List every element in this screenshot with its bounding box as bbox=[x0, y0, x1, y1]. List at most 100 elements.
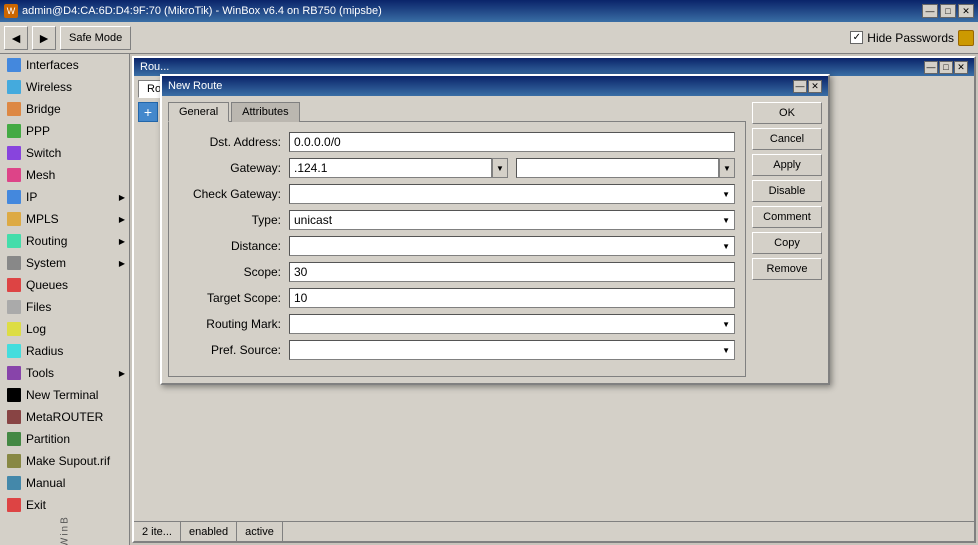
sidebar-item-interfaces[interactable]: Interfaces bbox=[0, 54, 129, 76]
tab-attributes[interactable]: Attributes bbox=[231, 102, 299, 122]
scope-input[interactable] bbox=[289, 262, 735, 282]
tab-general[interactable]: General bbox=[168, 102, 229, 122]
system-icon bbox=[6, 255, 22, 271]
queues-icon bbox=[6, 277, 22, 293]
forward-button[interactable]: ► bbox=[32, 26, 56, 50]
switch-icon bbox=[6, 145, 22, 161]
ok-button[interactable]: OK bbox=[752, 102, 822, 124]
minimize-button[interactable]: — bbox=[922, 4, 938, 18]
sidebar-item-make-supout[interactable]: Make Supout.rif bbox=[0, 450, 129, 472]
routing-icon bbox=[6, 233, 22, 249]
sidebar-item-switch[interactable]: Switch bbox=[0, 142, 129, 164]
type-value: unicast bbox=[294, 213, 332, 227]
check-gateway-arrow: ▼ bbox=[722, 190, 730, 199]
sidebar-label-switch: Switch bbox=[26, 146, 61, 160]
sidebar-item-queues[interactable]: Queues bbox=[0, 274, 129, 296]
sidebar-item-radius[interactable]: Radius bbox=[0, 340, 129, 362]
gateway-dropdown-btn[interactable]: ▼ bbox=[492, 158, 508, 178]
sidebar-item-log[interactable]: Log bbox=[0, 318, 129, 340]
sidebar-item-exit[interactable]: Exit bbox=[0, 494, 129, 516]
radius-icon bbox=[6, 343, 22, 359]
main-layout: Interfaces Wireless Bridge PPP Switch bbox=[0, 54, 978, 545]
dialog-overlay: New Route — ✕ General Attributes bbox=[130, 54, 978, 545]
content-area: Rou... — □ ✕ Rou... + 2 ite... enabled bbox=[130, 54, 978, 545]
disable-button[interactable]: Disable bbox=[752, 180, 822, 202]
mesh-icon bbox=[6, 167, 22, 183]
sidebar-item-files[interactable]: Files bbox=[0, 296, 129, 318]
sidebar-label-queues: Queues bbox=[26, 278, 68, 292]
gateway-label: Gateway: bbox=[179, 161, 289, 175]
copy-button[interactable]: Copy bbox=[752, 232, 822, 254]
comment-button[interactable]: Comment bbox=[752, 206, 822, 228]
make-supout-icon bbox=[6, 453, 22, 469]
safemode-button[interactable]: Safe Mode bbox=[60, 26, 131, 50]
form-row-pref-source: Pref. Source: ▼ bbox=[179, 340, 735, 360]
sidebar-label-log: Log bbox=[26, 322, 46, 336]
sidebar-label-new-terminal: New Terminal bbox=[26, 388, 98, 402]
maximize-button[interactable]: □ bbox=[940, 4, 956, 18]
routing-mark-select[interactable]: ▼ bbox=[289, 314, 735, 334]
form-row-scope: Scope: bbox=[179, 262, 735, 282]
gateway-secondary-dropdown-btn[interactable]: ▼ bbox=[719, 158, 735, 178]
manual-icon bbox=[6, 475, 22, 491]
sidebar-item-routing[interactable]: Routing bbox=[0, 230, 129, 252]
pref-source-select[interactable]: ▼ bbox=[289, 340, 735, 360]
sidebar-label-interfaces: Interfaces bbox=[26, 58, 79, 72]
sidebar-item-metarouter[interactable]: MetaROUTER bbox=[0, 406, 129, 428]
sidebar: Interfaces Wireless Bridge PPP Switch bbox=[0, 54, 130, 545]
routing-mark-arrow: ▼ bbox=[722, 320, 730, 329]
new-route-dialog: New Route — ✕ General Attributes bbox=[160, 74, 830, 385]
sidebar-item-tools[interactable]: Tools bbox=[0, 362, 129, 384]
sidebar-item-ip[interactable]: IP bbox=[0, 186, 129, 208]
dialog-tabs: General Attributes bbox=[168, 102, 746, 122]
sidebar-item-mpls[interactable]: MPLS bbox=[0, 208, 129, 230]
ppp-icon bbox=[6, 123, 22, 139]
sidebar-item-bridge[interactable]: Bridge bbox=[0, 98, 129, 120]
dst-address-label: Dst. Address: bbox=[179, 135, 289, 149]
sidebar-item-new-terminal[interactable]: New Terminal bbox=[0, 384, 129, 406]
target-scope-label: Target Scope: bbox=[179, 291, 289, 305]
files-icon bbox=[6, 299, 22, 315]
check-gateway-label: Check Gateway: bbox=[179, 187, 289, 201]
sidebar-item-system[interactable]: System bbox=[0, 252, 129, 274]
gateway-secondary-input[interactable] bbox=[516, 158, 719, 178]
dialog-actions: OK Cancel Apply Disable Comment Copy Rem… bbox=[752, 102, 822, 377]
back-button[interactable]: ◄ bbox=[4, 26, 28, 50]
sidebar-label-radius: Radius bbox=[26, 344, 63, 358]
sidebar-item-wireless[interactable]: Wireless bbox=[0, 76, 129, 98]
apply-button[interactable]: Apply bbox=[752, 154, 822, 176]
hide-passwords-label: Hide Passwords bbox=[867, 31, 954, 45]
form-row-routing-mark: Routing Mark: ▼ bbox=[179, 314, 735, 334]
dialog-minimize[interactable]: — bbox=[793, 80, 807, 93]
bridge-icon bbox=[6, 101, 22, 117]
dialog-close[interactable]: ✕ bbox=[808, 80, 822, 93]
dialog-body: General Attributes Dst. Address: G bbox=[162, 96, 828, 383]
check-gateway-select[interactable]: ▼ bbox=[289, 184, 735, 204]
hide-passwords-checkbox[interactable]: ✓ bbox=[850, 31, 863, 44]
title-bar-left: W admin@D4:CA:6D:D4:9F:70 (MikroTik) - W… bbox=[4, 4, 382, 18]
sidebar-item-manual[interactable]: Manual bbox=[0, 472, 129, 494]
close-button[interactable]: ✕ bbox=[958, 4, 974, 18]
gateway-field: ▼ bbox=[289, 158, 508, 178]
gateway-input[interactable] bbox=[289, 158, 492, 178]
terminal-icon bbox=[6, 387, 22, 403]
sidebar-item-ppp[interactable]: PPP bbox=[0, 120, 129, 142]
scope-label: Scope: bbox=[179, 265, 289, 279]
dialog-tab-content: Dst. Address: Gateway: ▼ bbox=[168, 121, 746, 377]
dst-address-input[interactable] bbox=[289, 132, 735, 152]
sidebar-item-partition[interactable]: Partition bbox=[0, 428, 129, 450]
type-select[interactable]: unicast ▼ bbox=[289, 210, 735, 230]
remove-button[interactable]: Remove bbox=[752, 258, 822, 280]
dialog-title-text: New Route bbox=[168, 80, 222, 92]
sidebar-item-mesh[interactable]: Mesh bbox=[0, 164, 129, 186]
distance-arrow: ▼ bbox=[722, 242, 730, 251]
sidebar-label-routing: Routing bbox=[26, 234, 67, 248]
app-icon: W bbox=[4, 4, 18, 18]
cancel-button[interactable]: Cancel bbox=[752, 128, 822, 150]
form-row-gateway: Gateway: ▼ ▼ bbox=[179, 158, 735, 178]
tools-icon bbox=[6, 365, 22, 381]
title-bar: W admin@D4:CA:6D:D4:9F:70 (MikroTik) - W… bbox=[0, 0, 978, 22]
target-scope-input[interactable] bbox=[289, 288, 735, 308]
lock-icon bbox=[958, 30, 974, 46]
distance-select[interactable]: ▼ bbox=[289, 236, 735, 256]
